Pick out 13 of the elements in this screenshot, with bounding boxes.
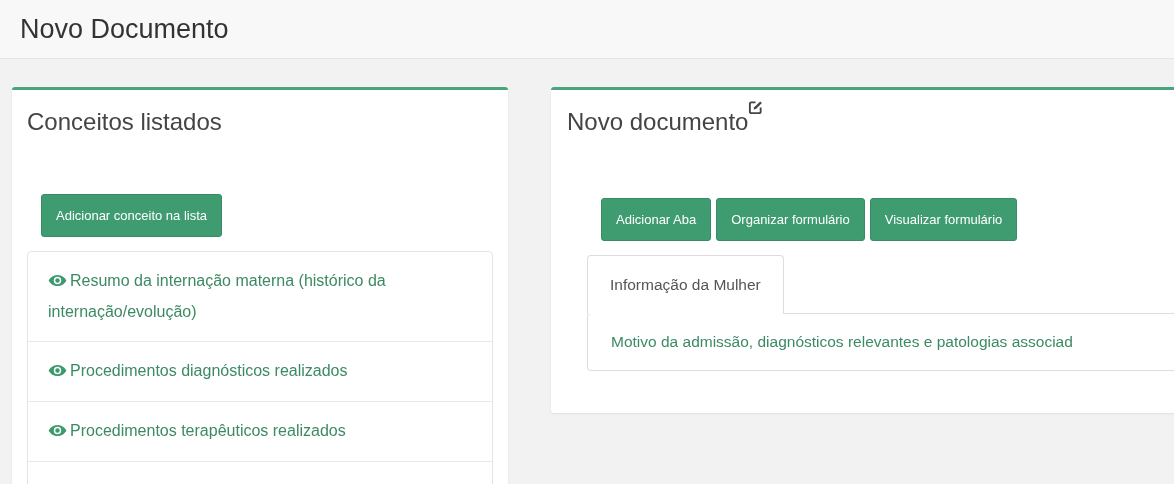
toolbar-button[interactable]: Organizar formulário bbox=[716, 198, 865, 241]
toolbar-button[interactable]: Adicionar Aba bbox=[601, 198, 712, 241]
panel-title: Conceitos listados bbox=[26, 107, 223, 136]
tab[interactable]: Informação da Mulher bbox=[587, 255, 784, 314]
edit-icon[interactable] bbox=[748, 100, 764, 115]
field-link[interactable]: Motivo da admissão, diagnósticos relevantes e patologias associad bbox=[611, 333, 1073, 350]
concept-link[interactable]: Resumo da internação materna (histórico da internação/evolução) bbox=[48, 266, 472, 327]
toolbar-button[interactable]: Visualizar formulário bbox=[869, 198, 1018, 241]
page-title: Novo Documento bbox=[20, 13, 229, 45]
concept-link[interactable]: Procedimentos diagnósticos realizados bbox=[48, 356, 472, 387]
panel-title: Novo documento bbox=[567, 107, 749, 136]
add-concept-button[interactable]: Adicionar conceito na lista bbox=[41, 194, 223, 237]
concept-link[interactable]: Procedimentos terapêuticos realizados bbox=[48, 416, 472, 447]
